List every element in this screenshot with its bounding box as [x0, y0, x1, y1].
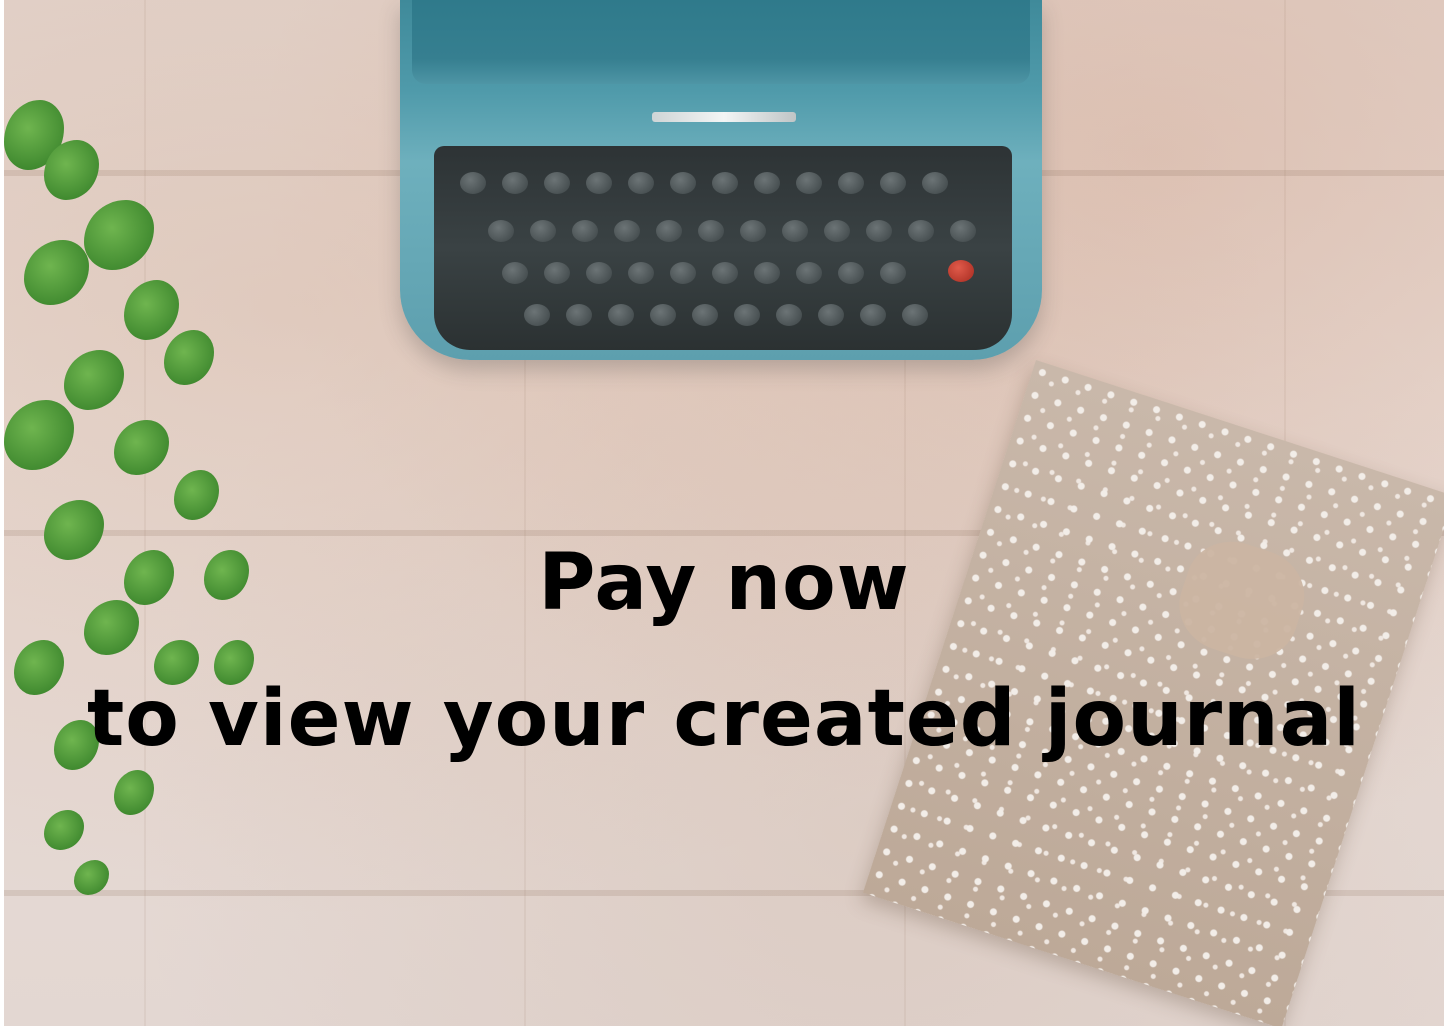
key	[922, 172, 948, 194]
leaf	[174, 470, 219, 520]
key	[544, 262, 570, 284]
leaf	[124, 280, 179, 340]
typewriter-image	[400, 0, 1042, 380]
background-photo	[4, 0, 1444, 1026]
key	[754, 172, 780, 194]
key	[628, 262, 654, 284]
key	[670, 262, 696, 284]
leaf	[114, 420, 169, 475]
key	[734, 304, 760, 326]
key	[880, 262, 906, 284]
key	[950, 220, 976, 242]
key	[740, 220, 766, 242]
key	[502, 172, 528, 194]
key	[782, 220, 808, 242]
key	[628, 172, 654, 194]
key	[656, 220, 682, 242]
key	[880, 172, 906, 194]
key	[712, 262, 738, 284]
leaf	[64, 350, 124, 410]
leaf	[84, 200, 154, 270]
pay-message: Pay now to view your created journal	[0, 528, 1448, 774]
key	[698, 220, 724, 242]
key	[838, 262, 864, 284]
key	[530, 220, 556, 242]
key	[902, 304, 928, 326]
key	[866, 220, 892, 242]
typewriter-keys	[454, 166, 994, 346]
key	[712, 172, 738, 194]
key	[524, 304, 550, 326]
key	[460, 172, 486, 194]
leaf	[114, 770, 154, 815]
key	[692, 304, 718, 326]
key-red	[948, 260, 974, 282]
key	[824, 220, 850, 242]
key	[796, 172, 822, 194]
leaf	[74, 860, 109, 895]
key	[796, 262, 822, 284]
key	[586, 172, 612, 194]
leaf	[24, 240, 89, 305]
key	[670, 172, 696, 194]
key	[586, 262, 612, 284]
typewriter-top	[412, 0, 1030, 84]
key	[776, 304, 802, 326]
key	[754, 262, 780, 284]
key	[572, 220, 598, 242]
key	[860, 304, 886, 326]
leaf	[4, 400, 74, 470]
key	[838, 172, 864, 194]
key	[608, 304, 634, 326]
key	[544, 172, 570, 194]
key	[614, 220, 640, 242]
typewriter-badge	[652, 112, 796, 122]
key	[566, 304, 592, 326]
leaf	[164, 330, 214, 385]
view-journal-text: to view your created journal	[87, 674, 1361, 764]
pay-now-heading: Pay now	[538, 538, 910, 628]
key	[650, 304, 676, 326]
key	[818, 304, 844, 326]
key	[908, 220, 934, 242]
typewriter-keyboard	[434, 146, 1012, 350]
plant-image	[4, 80, 324, 900]
key	[502, 262, 528, 284]
leaf	[44, 810, 84, 850]
key	[488, 220, 514, 242]
